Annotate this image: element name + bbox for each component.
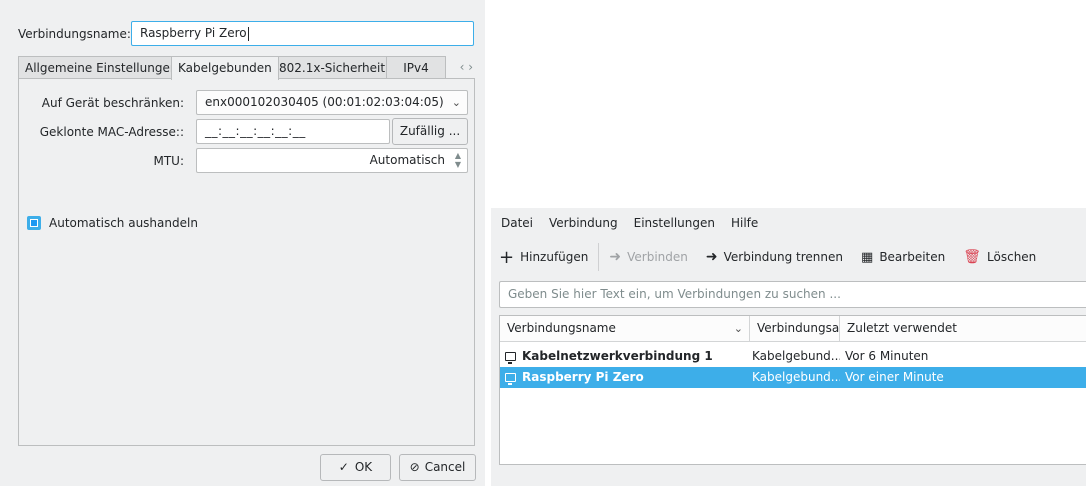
disconnect-button-label: Verbindung trennen xyxy=(723,250,844,264)
add-button[interactable]: + Hinzufügen xyxy=(499,247,588,268)
row-name-cell: Kabelnetzwerkverbindung 1 xyxy=(505,346,713,367)
tab-8021x-security[interactable]: 802.1x-Sicherheit xyxy=(272,56,393,79)
search-placeholder: Geben Sie hier Text ein, um Verbindungen… xyxy=(508,287,841,301)
column-header-type[interactable]: Verbindungsart xyxy=(750,316,840,341)
toolbar: + Hinzufügen ➜ Verbinden ➜ Verbindung tr… xyxy=(499,240,1054,274)
connections-table: Verbindungsname ⌄ Verbindungsart Zuletzt… xyxy=(499,315,1086,465)
checkbox-checked-icon xyxy=(27,216,41,230)
mtu-value: Automatisch xyxy=(369,153,445,167)
mac-address-label: Geklonte MAC-Adresse:: xyxy=(39,125,184,139)
spin-arrows-icon[interactable]: ▲ ▼ xyxy=(453,151,463,169)
row-type-cell: Kabelgebund... xyxy=(752,349,840,363)
mtu-label: MTU: xyxy=(153,154,184,168)
tab-wired[interactable]: Kabelgebunden xyxy=(171,56,279,80)
column-header-name[interactable]: Verbindungsname ⌄ xyxy=(500,316,750,341)
delete-button-label: Löschen xyxy=(987,250,1037,264)
disconnect-button[interactable]: ➜ Verbindung trennen xyxy=(706,249,843,265)
menu-help[interactable]: Hilfe xyxy=(731,216,758,230)
connection-editor-dialog: Verbindungsname: Raspberry Pi Zero Allge… xyxy=(0,0,485,486)
mac-address-value: __:__:__:__:__:__ xyxy=(205,124,306,138)
mtu-spinbox[interactable]: Automatisch ▲ ▼ xyxy=(196,148,468,173)
connect-button[interactable]: ➜ Verbinden xyxy=(609,249,688,265)
device-combobox[interactable]: enx000102030405 (00:01:02:03:04:05) ⌄ xyxy=(196,90,468,115)
table-row[interactable]: Kabelnetzwerkverbindung 1 Kabelgebund...… xyxy=(500,346,1086,367)
wired-tab-panel: Auf Gerät beschränken: enx000102030405 (… xyxy=(18,78,475,446)
cancel-icon: ⊘ xyxy=(409,460,420,474)
cancel-button[interactable]: ⊘ Cancel xyxy=(399,454,476,481)
chevron-down-icon: ⌄ xyxy=(451,96,461,109)
ok-button-label: OK xyxy=(354,460,373,474)
menu-file[interactable]: Datei xyxy=(501,216,533,230)
tab-bar: Allgemeine Einstellungen Kabelgebunden 8… xyxy=(18,56,475,80)
wired-connection-icon xyxy=(505,352,516,364)
add-button-label: Hinzufügen xyxy=(520,250,589,264)
ok-button[interactable]: ✓ OK xyxy=(320,454,391,481)
tab-scroll-arrows-icon[interactable]: ‹ › xyxy=(460,56,473,79)
unplug-icon: ➜ xyxy=(705,249,718,265)
check-icon: ✓ xyxy=(338,460,349,474)
connection-manager-window: Datei Verbindung Einstellungen Hilfe + H… xyxy=(491,208,1086,486)
sort-chevron-down-icon: ⌄ xyxy=(733,322,743,335)
plug-icon: ➜ xyxy=(609,249,622,265)
table-row-selected[interactable]: Raspberry Pi Zero Kabelgebund... Vor ein… xyxy=(500,367,1086,388)
random-mac-button[interactable]: Zufällig ... xyxy=(392,118,468,145)
connection-name-input[interactable]: Raspberry Pi Zero xyxy=(131,21,474,46)
connect-button-label: Verbinden xyxy=(627,250,688,264)
device-combobox-value: enx000102030405 (00:01:02:03:04:05) xyxy=(205,95,444,109)
edit-document-icon: ▦ xyxy=(861,249,874,265)
edit-button[interactable]: ▦ Bearbeiten xyxy=(861,250,945,265)
tab-general-settings[interactable]: Allgemeine Einstellungen xyxy=(18,56,185,79)
text-caret xyxy=(247,26,249,41)
column-header-name-label: Verbindungsname xyxy=(507,321,616,335)
table-header: Verbindungsname ⌄ Verbindungsart Zuletzt… xyxy=(500,316,1086,342)
row-name-text: Kabelnetzwerkverbindung 1 xyxy=(522,349,713,363)
menu-bar: Datei Verbindung Einstellungen Hilfe xyxy=(491,208,774,238)
row-type-cell: Kabelgebund... xyxy=(752,370,840,384)
mac-address-input[interactable]: __:__:__:__:__:__ xyxy=(196,119,390,144)
row-last-used-cell: Vor einer Minute xyxy=(845,370,944,384)
column-header-last-used[interactable]: Zuletzt verwendet xyxy=(840,316,1040,341)
tab-ipv4[interactable]: IPv4 xyxy=(386,56,446,79)
row-name-cell: Raspberry Pi Zero xyxy=(505,367,644,388)
delete-button[interactable]: 🗑 Löschen xyxy=(963,249,1036,265)
connection-name-row: Verbindungsname: xyxy=(18,22,131,46)
edit-button-label: Bearbeiten xyxy=(879,250,946,264)
row-name-text: Raspberry Pi Zero xyxy=(522,370,644,384)
menu-settings[interactable]: Einstellungen xyxy=(634,216,715,230)
connection-name-label: Verbindungsname: xyxy=(18,27,131,41)
toolbar-separator xyxy=(598,243,600,271)
cancel-button-label: Cancel xyxy=(424,460,466,474)
auto-negotiate-label: Automatisch aushandeln xyxy=(49,216,198,230)
wired-connection-icon xyxy=(505,373,516,385)
auto-negotiate-checkbox[interactable]: Automatisch aushandeln xyxy=(27,216,198,230)
plus-icon: + xyxy=(499,246,515,268)
device-label: Auf Gerät beschränken: xyxy=(41,96,184,110)
trash-icon: 🗑 xyxy=(963,249,982,265)
connection-name-value: Raspberry Pi Zero xyxy=(140,26,247,40)
menu-connection[interactable]: Verbindung xyxy=(549,216,618,230)
row-last-used-cell: Vor 6 Minuten xyxy=(845,349,929,363)
search-input[interactable]: Geben Sie hier Text ein, um Verbindungen… xyxy=(499,281,1086,308)
